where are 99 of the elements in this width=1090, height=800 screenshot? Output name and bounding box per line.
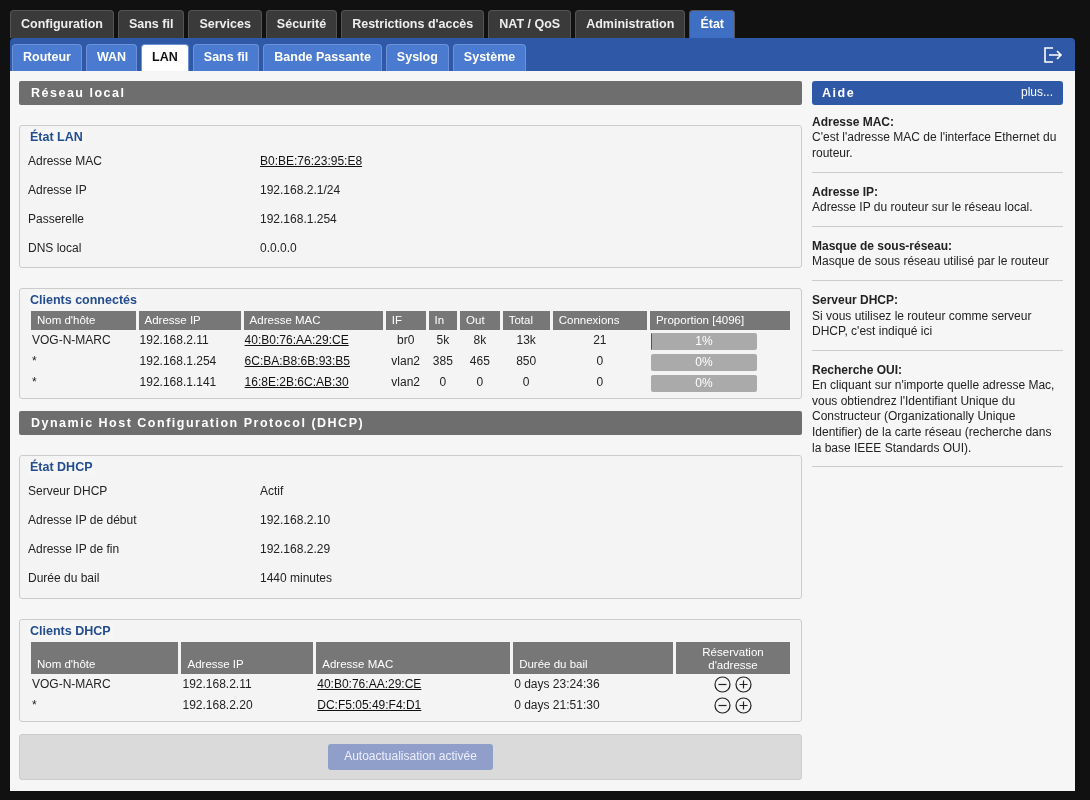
field-label: Serveur DHCP (28, 484, 109, 500)
help-text: Si vous utilisez le routeur comme serveur DHCP, c'est indiqué ici (812, 308, 1033, 340)
table-cell-text: 0 (595, 353, 605, 371)
help-term: Recherche OUI: (812, 362, 904, 379)
field-value: 192.168.1.254 (260, 211, 337, 228)
column-header: Adresse MAC (316, 641, 511, 674)
table-cell-text: 192.168.2.11 (181, 676, 253, 694)
section-header: Dynamic Host Configuration Protocol (DHCP) (19, 411, 802, 436)
column-header: Out (460, 311, 500, 331)
column-header: Adresse MAC (243, 311, 383, 331)
column-header: Adresse IP (138, 311, 241, 331)
column-header: In (428, 311, 458, 331)
column-header: Nom d'hôte (31, 641, 179, 674)
table-cell-text: 0 days 23:24:36 (513, 676, 601, 694)
proportion-value: 0% (694, 374, 714, 392)
mac-link[interactable]: 6C:BA:B8:6B:93:B5 (244, 354, 350, 369)
field-label: Durée du bail (28, 571, 101, 587)
table-cell-text: 192.168.2.11 (138, 332, 210, 350)
mac-link[interactable]: 40:B0:76:AA:29:CE (244, 333, 349, 348)
field-value: 192.168.2.1/24 (260, 182, 341, 199)
field-value: 1440 minutes (260, 571, 333, 587)
help-text: Masque de sous réseau utilisé par le routeur (812, 254, 1050, 270)
table-cell-text: vlan2 (390, 353, 421, 371)
table-cell-text: 0 days 21:51:30 (513, 697, 601, 715)
help-text: C'est l'adresse MAC de l'interface Ethernet du routeur. (812, 130, 1058, 162)
table-cell-text: 0 (521, 374, 531, 392)
column-header: Nom d'hôte (31, 311, 136, 331)
table-cell-text: 192.168.1.254 (138, 353, 218, 371)
column-header: Connexions (552, 311, 647, 331)
main-tab[interactable]: Administration (575, 10, 686, 39)
column-header: Durée du bail (513, 641, 673, 674)
main-tab[interactable]: Services (188, 10, 262, 39)
help-term: Adresse MAC: (812, 114, 896, 131)
proportion-value: 1% (694, 332, 714, 350)
table-cell-text: VOG-N-MARC (31, 676, 112, 694)
column-header: IF (385, 311, 426, 331)
table-cell-text: 850 (515, 353, 538, 371)
field-label: Adresse IP de début (28, 513, 138, 529)
field-label: Passerelle (28, 211, 86, 228)
column-header: Proportion [4096] (649, 311, 790, 331)
field-value: 192.168.2.29 (260, 542, 331, 558)
main-tab[interactable]: État (689, 10, 735, 39)
column-header: Total (502, 311, 550, 331)
table-cell-text: br0 (396, 332, 416, 350)
sub-tab[interactable]: Système (452, 44, 527, 71)
field-value: Actif (260, 484, 284, 500)
mac-link[interactable]: 16:8E:2B:6C:AB:30 (244, 375, 349, 390)
field-label: Adresse IP de fin (28, 542, 121, 558)
proportion-value: 0% (694, 353, 714, 371)
table-cell-text: * (31, 353, 38, 371)
remove-icon[interactable] (714, 697, 732, 715)
sub-tab[interactable]: Sans fil (192, 44, 260, 71)
mac-link[interactable]: 40:B0:76:AA:29:CE (317, 677, 422, 692)
table-cell-text: vlan2 (390, 374, 421, 392)
add-icon[interactable] (734, 676, 752, 694)
help-title: Aide (822, 84, 856, 101)
field-label: DNS local (28, 240, 83, 257)
table-cell-text: VOG-N-MARC (31, 332, 112, 350)
main-tab[interactable]: NAT / QoS (488, 10, 572, 39)
logout-icon[interactable] (1043, 46, 1063, 65)
help-term: Serveur DHCP: (812, 292, 900, 309)
sub-tab[interactable]: Bande Passante (263, 44, 382, 71)
help-text: En cliquant sur n'importe quelle adresse Mac, vous obtiendrez l'Identifiant Unique du Constructeur (Organizationally Unique Identifier) de la carte réseau (recherche dans la base IEEE Standards OUI). (812, 378, 1056, 457)
field-label: Adresse IP (28, 182, 88, 199)
table-cell-text: 0 (475, 374, 485, 392)
help-term: Masque de sous-réseau: (812, 238, 954, 255)
table-cell-text: 8k (472, 332, 488, 350)
main-tab[interactable]: Configuration (10, 10, 114, 39)
sub-tab[interactable]: Syslog (385, 44, 449, 71)
remove-icon[interactable] (714, 676, 732, 694)
column-header: Adresse IP (181, 641, 314, 674)
main-tab[interactable]: Sans fil (117, 10, 185, 39)
table-cell-text: * (31, 697, 38, 715)
mac-link[interactable]: DC:F5:05:49:F4:D1 (317, 698, 422, 713)
table-cell-text: 465 (468, 353, 491, 371)
section-header: Réseau local (19, 80, 802, 105)
main-tab[interactable]: Sécurité (265, 10, 338, 39)
table-cell-text: 192.168.2.20 (181, 697, 254, 715)
table-cell-text: 0 (595, 374, 605, 392)
table-cell-text: 5k (435, 332, 451, 350)
table-cell-text: * (31, 374, 38, 392)
more-link[interactable]: plus... (1021, 84, 1053, 101)
table-cell-text: 385 (431, 353, 454, 371)
column-header: Réservation d'adresse (676, 641, 790, 674)
mac-link[interactable]: B0:BE:76:23:95:E8 (260, 153, 363, 170)
table-cell-text: 0 (438, 374, 448, 392)
sub-tab[interactable]: Routeur (12, 44, 82, 71)
add-icon[interactable] (734, 697, 752, 715)
help-term: Adresse IP: (812, 184, 880, 201)
table-cell-text: 21 (592, 332, 608, 350)
main-tab[interactable]: Restrictions d'accès (341, 10, 485, 39)
sub-tab[interactable]: LAN (141, 44, 189, 71)
field-value: 0.0.0.0 (260, 240, 297, 257)
table-cell-text: 192.168.1.141 (138, 374, 218, 392)
sub-tab[interactable]: WAN (85, 44, 138, 71)
table-cell-text: 13k (515, 332, 537, 350)
field-label: Adresse MAC (28, 153, 104, 170)
help-text: Adresse IP du routeur sur le réseau local. (812, 200, 1034, 216)
field-value: 192.168.2.10 (260, 513, 331, 529)
